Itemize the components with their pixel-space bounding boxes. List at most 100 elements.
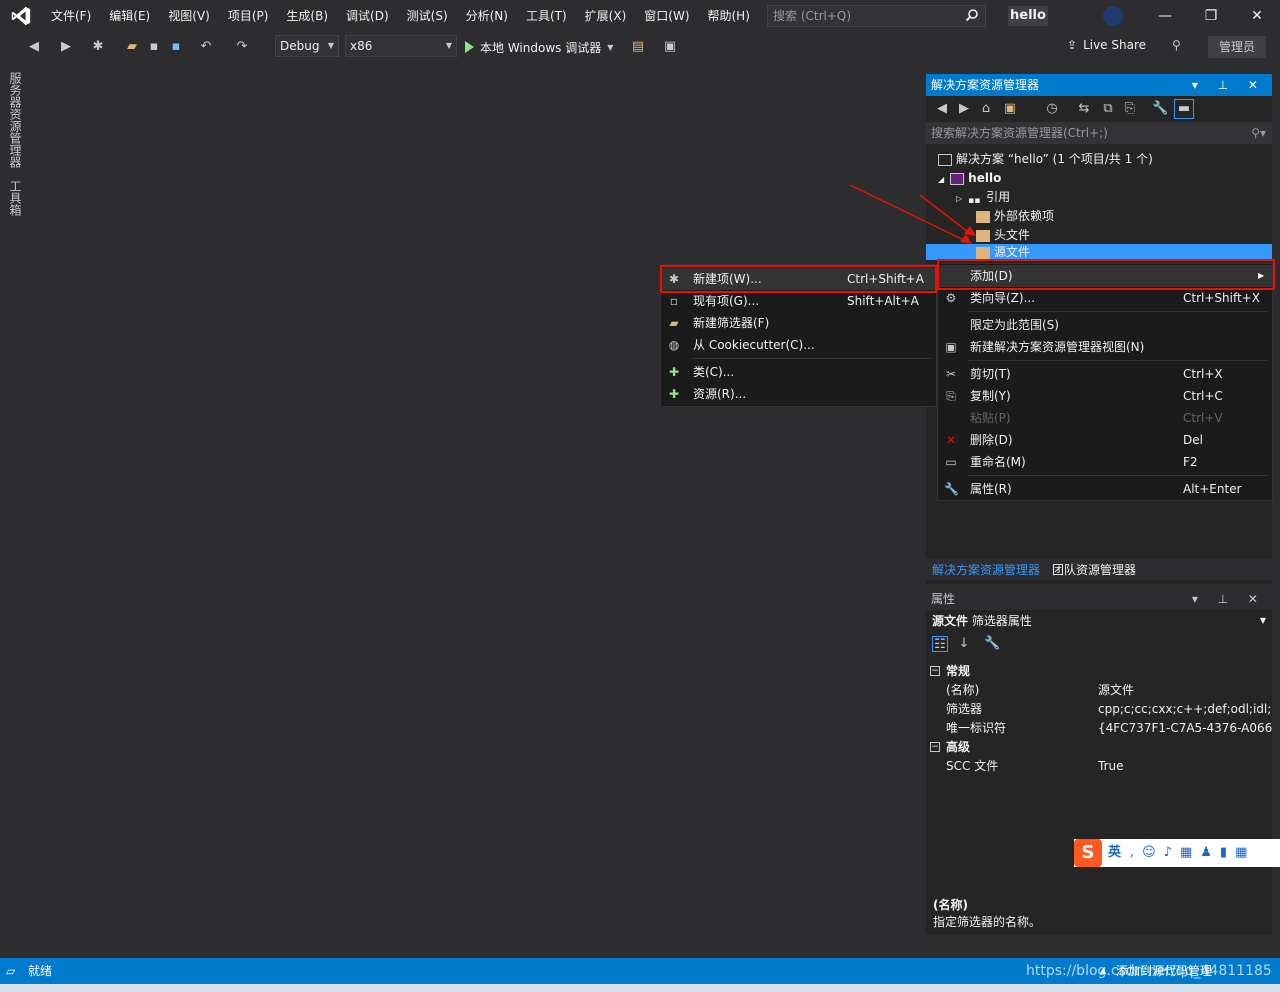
show-all-files-icon[interactable]: ⎘ bbox=[1122, 101, 1138, 117]
annotation-box-add bbox=[937, 259, 1275, 290]
config-dropdown[interactable]: Debug ▼ bbox=[275, 35, 339, 57]
menu-separator bbox=[968, 311, 1268, 312]
toolbox-tab[interactable]: 工具箱 bbox=[7, 180, 24, 216]
menu-item-resource[interactable]: ✚ 资源(R)... bbox=[661, 383, 936, 405]
property-pages-icon[interactable]: 🔧 bbox=[984, 636, 1000, 652]
new-project-icon[interactable]: ✱ bbox=[90, 39, 106, 55]
menu-project[interactable]: 项目(P) bbox=[219, 0, 278, 32]
menu-view[interactable]: 视图(V) bbox=[159, 0, 219, 32]
menu-item-class-wizard[interactable]: ⚙ 类向导(Z)... Ctrl+Shift+X bbox=[938, 287, 1272, 309]
tree-item-source-files[interactable]: 源文件 bbox=[976, 244, 1030, 260]
menu-item-scope[interactable]: 限定为此范围(S) bbox=[938, 314, 1272, 336]
add-resource-icon: ✚ bbox=[668, 387, 680, 401]
panel-controls[interactable]: ▾ ⊥ ✕ bbox=[1192, 588, 1266, 610]
menu-item-properties[interactable]: 🔧 属性(R) Alt+Enter bbox=[938, 478, 1272, 500]
menu-item-cookiecutter[interactable]: ◍ 从 Cookiecutter(C)... bbox=[661, 334, 936, 356]
tree-item-solution[interactable]: 解决方案 “hello” (1 个项目/共 1 个) bbox=[938, 150, 1153, 169]
alphabetical-icon[interactable]: ↓ bbox=[956, 636, 972, 652]
tree-label: 头文件 bbox=[994, 228, 1031, 242]
collapse-all-icon[interactable]: ⧉ bbox=[1100, 101, 1116, 117]
back-icon[interactable]: ◀ bbox=[934, 101, 950, 117]
menu-debug[interactable]: 调试(D) bbox=[337, 0, 398, 32]
solution-explorer-tabs: 解决方案资源管理器 团队资源管理器 bbox=[926, 558, 1272, 580]
screen-icon[interactable]: ▣ bbox=[662, 39, 678, 55]
copy-icon: ⎘ bbox=[946, 389, 956, 403]
forward-icon[interactable]: ▶ bbox=[58, 39, 74, 55]
tab-solution-explorer[interactable]: 解决方案资源管理器 bbox=[932, 561, 1040, 578]
solution-explorer-search[interactable]: 搜索解决方案资源管理器(Ctrl+;) ⚲▾ bbox=[926, 122, 1272, 144]
open-file-icon[interactable]: ▰ bbox=[124, 39, 140, 55]
sync-icon[interactable]: ⇆ bbox=[1076, 101, 1092, 117]
menu-test[interactable]: 测试(S) bbox=[398, 0, 457, 32]
new-folder-icon: ▰ bbox=[669, 316, 679, 330]
minimize-button[interactable]: — bbox=[1142, 0, 1188, 32]
property-row[interactable]: 唯一标识符 {4FC737F1-C7A5-4376-A066-2 bbox=[926, 719, 1272, 738]
windows-taskbar bbox=[0, 984, 1280, 992]
property-category[interactable]: − 常规 bbox=[926, 662, 1272, 681]
menu-edit[interactable]: 编辑(E) bbox=[100, 0, 159, 32]
sogou-logo-icon: S bbox=[1074, 839, 1102, 867]
existing-item-icon: ▫ bbox=[669, 294, 679, 308]
menu-item-rename[interactable]: ▭ 重命名(M) F2 bbox=[938, 451, 1272, 473]
menu-item-delete[interactable]: ✕ 删除(D) Del bbox=[938, 429, 1272, 451]
properties-object-selector[interactable]: 源文件 筛选器属性 ▼ bbox=[926, 610, 1272, 632]
property-row[interactable]: (名称) 源文件 bbox=[926, 681, 1272, 700]
menu-item-paste[interactable]: 粘贴(P) Ctrl+V bbox=[938, 407, 1272, 429]
switch-views-icon[interactable]: ▣ bbox=[1002, 101, 1018, 117]
platform-value: x86 bbox=[350, 39, 373, 53]
status-icon: ▱ bbox=[6, 964, 16, 978]
menu-item-copy[interactable]: ⎘ 复制(Y) Ctrl+C bbox=[938, 385, 1272, 407]
restore-button[interactable]: ❐ bbox=[1188, 0, 1234, 32]
tree-item-external-deps[interactable]: 外部依赖项 bbox=[976, 207, 1054, 226]
property-row[interactable]: 筛选器 cpp;c;cc;cxx;c++;def;odl;idl;hpj bbox=[926, 700, 1272, 719]
panel-controls[interactable]: ▾ ⊥ ✕ bbox=[1192, 74, 1266, 96]
context-menu: 添加(D) ▶ ⚙ 类向导(Z)... Ctrl+Shift+X 限定为此范围(… bbox=[937, 263, 1273, 501]
menu-extensions[interactable]: 扩展(X) bbox=[576, 0, 636, 32]
menu-build[interactable]: 生成(B) bbox=[277, 0, 337, 32]
redo-icon[interactable]: ↷ bbox=[234, 39, 250, 55]
search-input[interactable]: 搜索 (Ctrl+Q) bbox=[767, 5, 986, 27]
menu-window[interactable]: 窗口(W) bbox=[635, 0, 698, 32]
menu-help[interactable]: 帮助(H) bbox=[699, 0, 759, 32]
live-share-button[interactable]: ⇪ Live Share bbox=[1067, 38, 1146, 52]
account-avatar[interactable] bbox=[1103, 6, 1123, 26]
menu-analyze[interactable]: 分析(N) bbox=[457, 0, 517, 32]
forward-icon[interactable]: ▶ bbox=[956, 101, 972, 117]
platform-dropdown[interactable]: x86 ▼ bbox=[345, 35, 457, 57]
wrench-icon[interactable]: 🔧 bbox=[1152, 101, 1168, 117]
server-explorer-tab[interactable]: 服务器资源管理器 bbox=[7, 72, 24, 168]
delete-x-icon: ✕ bbox=[945, 433, 957, 447]
menu-item-new-filter[interactable]: ▰ 新建筛选器(F) bbox=[661, 312, 936, 334]
collapse-icon: − bbox=[930, 742, 940, 752]
property-category[interactable]: − 高级 bbox=[926, 738, 1272, 757]
pending-changes-icon[interactable]: ◷ bbox=[1044, 101, 1060, 117]
back-icon[interactable]: ◀ bbox=[26, 39, 42, 55]
save-all-icon[interactable]: ▪ bbox=[168, 39, 184, 55]
tree-item-header-files[interactable]: 头文件 bbox=[976, 226, 1030, 245]
ime-language: 英 bbox=[1108, 845, 1122, 860]
property-row[interactable]: SCC 文件 True bbox=[926, 757, 1272, 776]
feedback-icon[interactable]: ⚲ bbox=[1172, 38, 1181, 52]
find-in-files-icon[interactable]: ▤ bbox=[630, 39, 646, 55]
undo-icon[interactable]: ↶ bbox=[198, 39, 214, 55]
menu-item-class[interactable]: ✚ 类(C)... bbox=[661, 361, 936, 383]
tab-team-explorer[interactable]: 团队资源管理器 bbox=[1052, 561, 1136, 578]
menu-file[interactable]: 文件(F) bbox=[42, 0, 100, 32]
menu-item-cut[interactable]: ✂ 剪切(T) Ctrl+X bbox=[938, 363, 1272, 385]
close-button[interactable]: ✕ bbox=[1234, 0, 1280, 32]
config-value: Debug bbox=[280, 39, 320, 53]
properties-title: 属性 bbox=[931, 592, 956, 606]
home-icon[interactable]: ⌂ bbox=[978, 101, 994, 117]
ime-toolbar[interactable]: S 英 ,☺♪▦♟▮▦ bbox=[1074, 839, 1280, 867]
rename-icon: ▭ bbox=[945, 455, 957, 469]
start-debugging-button[interactable]: 本地 Windows 调试器 ▼ bbox=[465, 37, 613, 57]
menu-item-existing-item[interactable]: ▫ 现有项(G)... Shift+Alt+A bbox=[661, 290, 936, 312]
object-type: 筛选器属性 bbox=[971, 614, 1032, 628]
menu-item-new-view[interactable]: ▣ 新建解决方案资源管理器视图(N) bbox=[938, 336, 1272, 358]
menu-tools[interactable]: 工具(T) bbox=[517, 0, 576, 32]
save-icon[interactable]: ▪ bbox=[146, 39, 162, 55]
preview-icon[interactable]: ▬ bbox=[1174, 99, 1194, 119]
menu-separator bbox=[691, 358, 931, 359]
categorized-icon[interactable]: ☷ bbox=[932, 636, 948, 652]
chevron-down-icon: ▼ bbox=[445, 41, 452, 50]
